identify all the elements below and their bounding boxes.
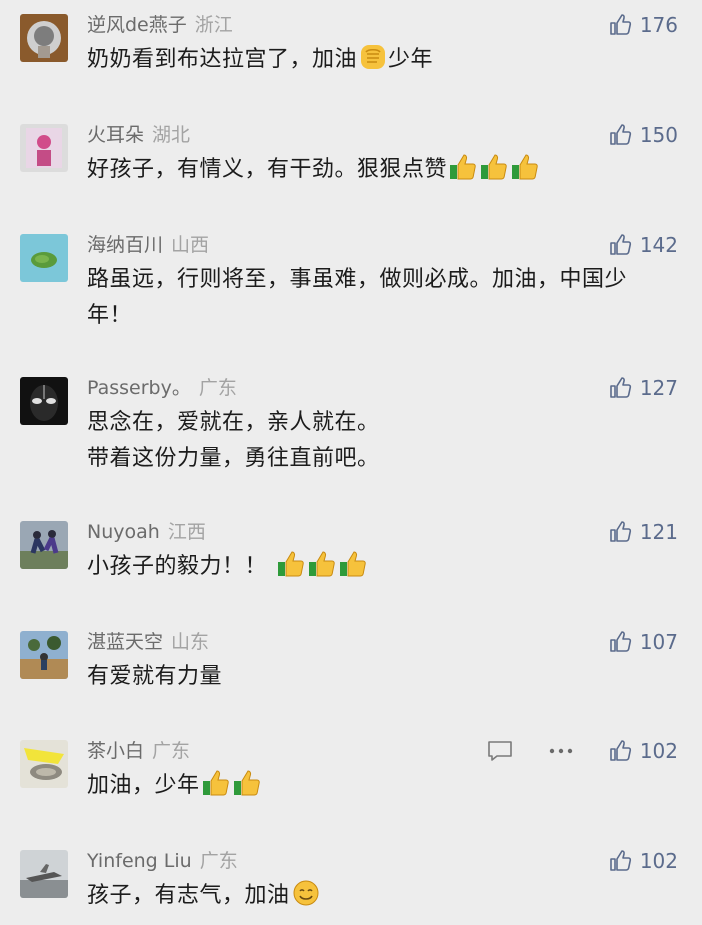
like-button[interactable]: 102 bbox=[608, 736, 678, 766]
comment-line: 小孩子的毅力！！ bbox=[87, 554, 268, 579]
avatar[interactable] bbox=[20, 377, 68, 425]
thumbs-up-icon bbox=[608, 376, 632, 400]
like-count: 176 bbox=[639, 13, 678, 37]
region-label: 广东 bbox=[152, 740, 191, 762]
nickname[interactable]: 湛蓝天空 bbox=[87, 631, 163, 653]
like-count: 121 bbox=[639, 520, 678, 544]
like-count: 150 bbox=[639, 123, 678, 147]
like-count: 107 bbox=[639, 630, 678, 654]
like-button[interactable]: 121 bbox=[608, 517, 678, 547]
like-button[interactable]: 127 bbox=[608, 373, 678, 403]
avatar[interactable] bbox=[20, 234, 68, 282]
nickname[interactable]: Nuyoah bbox=[87, 521, 160, 543]
thumbs-up-icon bbox=[608, 630, 632, 654]
nickname[interactable]: 逆风de燕子 bbox=[87, 14, 187, 36]
comment-text: 小孩子的毅力！！ bbox=[87, 549, 687, 585]
thumbs-up-emoji bbox=[479, 152, 509, 182]
region-label: 山东 bbox=[171, 631, 210, 653]
like-count: 127 bbox=[639, 376, 678, 400]
thumbs-up-emoji bbox=[307, 549, 337, 579]
comment-line: 带着这份力量，勇往直前吧。 bbox=[87, 446, 380, 471]
comment-line: 有爱就有力量 bbox=[87, 664, 223, 689]
region-label: 广东 bbox=[199, 850, 238, 872]
name-row: 火耳朵 湖北 bbox=[87, 120, 190, 150]
comment-line: 孩子，有志气，加油 bbox=[87, 883, 290, 908]
fist-emoji bbox=[358, 42, 388, 72]
thumbs-up-emoji bbox=[232, 768, 262, 798]
comment-line: 年！ bbox=[87, 303, 133, 328]
nickname[interactable]: Yinfeng Liu bbox=[87, 850, 192, 872]
comment-line: 路虽远，行则将至，事虽难，做则必成。加油，中国少 bbox=[87, 267, 628, 292]
name-row: Nuyoah 江西 bbox=[87, 517, 206, 547]
name-row: Yinfeng Liu 广东 bbox=[87, 846, 238, 876]
thumbs-up-icon bbox=[608, 123, 632, 147]
region-label: 山西 bbox=[171, 234, 210, 256]
comment-line-tail: 少年 bbox=[388, 47, 434, 72]
thumbs-up-emoji bbox=[338, 549, 368, 579]
comment-text: 奶奶看到布达拉宫了，加油 少年 bbox=[87, 42, 687, 78]
like-button[interactable]: 107 bbox=[608, 627, 678, 657]
thumbs-up-icon bbox=[608, 13, 632, 37]
region-label: 广东 bbox=[198, 377, 237, 399]
like-button[interactable]: 150 bbox=[608, 120, 678, 150]
nickname[interactable]: 海纳百川 bbox=[87, 234, 163, 256]
region-label: 江西 bbox=[167, 521, 206, 543]
more-dots-icon bbox=[548, 739, 574, 763]
avatar[interactable] bbox=[20, 850, 68, 898]
avatar[interactable] bbox=[20, 14, 68, 62]
comment-text: 加油，少年 bbox=[87, 768, 687, 804]
thumbs-up-emoji bbox=[276, 549, 306, 579]
like-button[interactable]: 142 bbox=[608, 230, 678, 260]
smile-emoji bbox=[291, 878, 321, 908]
avatar[interactable] bbox=[20, 631, 68, 679]
thumbs-up-icon bbox=[608, 739, 632, 763]
like-count: 142 bbox=[639, 233, 678, 257]
comment-text: 有爱就有力量 bbox=[87, 659, 687, 695]
thumbs-up-emoji bbox=[510, 152, 540, 182]
comment-line: 好孩子，有情义，有干劲。狠狠点赞 bbox=[87, 157, 448, 182]
thumbs-up-emoji bbox=[448, 152, 478, 182]
nickname[interactable]: 茶小白 bbox=[87, 740, 144, 762]
like-button[interactable]: 176 bbox=[608, 10, 678, 40]
reply-bubble-icon bbox=[487, 739, 513, 763]
avatar[interactable] bbox=[20, 521, 68, 569]
like-button[interactable]: 102 bbox=[608, 846, 678, 876]
nickname[interactable]: 火耳朵 bbox=[87, 124, 144, 146]
thumbs-up-icon bbox=[608, 849, 632, 873]
thumbs-up-icon bbox=[608, 233, 632, 257]
nickname[interactable]: Passerby。 bbox=[87, 377, 191, 399]
name-row: 湛蓝天空 山东 bbox=[87, 627, 209, 657]
comment-line: 思念在，爱就在，亲人就在。 bbox=[87, 410, 380, 435]
comment-text: 路虽远，行则将至，事虽难，做则必成。加油，中国少 年！ bbox=[87, 262, 687, 334]
name-row: Passerby。 广东 bbox=[87, 373, 237, 403]
name-row: 海纳百川 山西 bbox=[87, 230, 209, 260]
thumbs-up-icon bbox=[608, 520, 632, 544]
comment-text: 思念在，爱就在，亲人就在。 带着这份力量，勇往直前吧。 bbox=[87, 405, 687, 477]
name-row: 逆风de燕子 浙江 bbox=[87, 10, 233, 40]
avatar[interactable] bbox=[20, 124, 68, 172]
reply-button[interactable] bbox=[487, 736, 513, 766]
region-label: 浙江 bbox=[194, 14, 233, 36]
comment-text: 孩子，有志气，加油 bbox=[87, 878, 687, 914]
avatar[interactable] bbox=[20, 740, 68, 788]
comment-text: 好孩子，有情义，有干劲。狠狠点赞 bbox=[87, 152, 687, 188]
like-count: 102 bbox=[639, 739, 678, 763]
name-row: 茶小白 广东 bbox=[87, 736, 190, 766]
like-count: 102 bbox=[639, 849, 678, 873]
comment-line: 加油，少年 bbox=[87, 773, 200, 798]
comment-line: 奶奶看到布达拉宫了，加油 bbox=[87, 47, 358, 72]
thumbs-up-emoji bbox=[201, 768, 231, 798]
region-label: 湖北 bbox=[152, 124, 191, 146]
more-button[interactable] bbox=[548, 736, 574, 766]
